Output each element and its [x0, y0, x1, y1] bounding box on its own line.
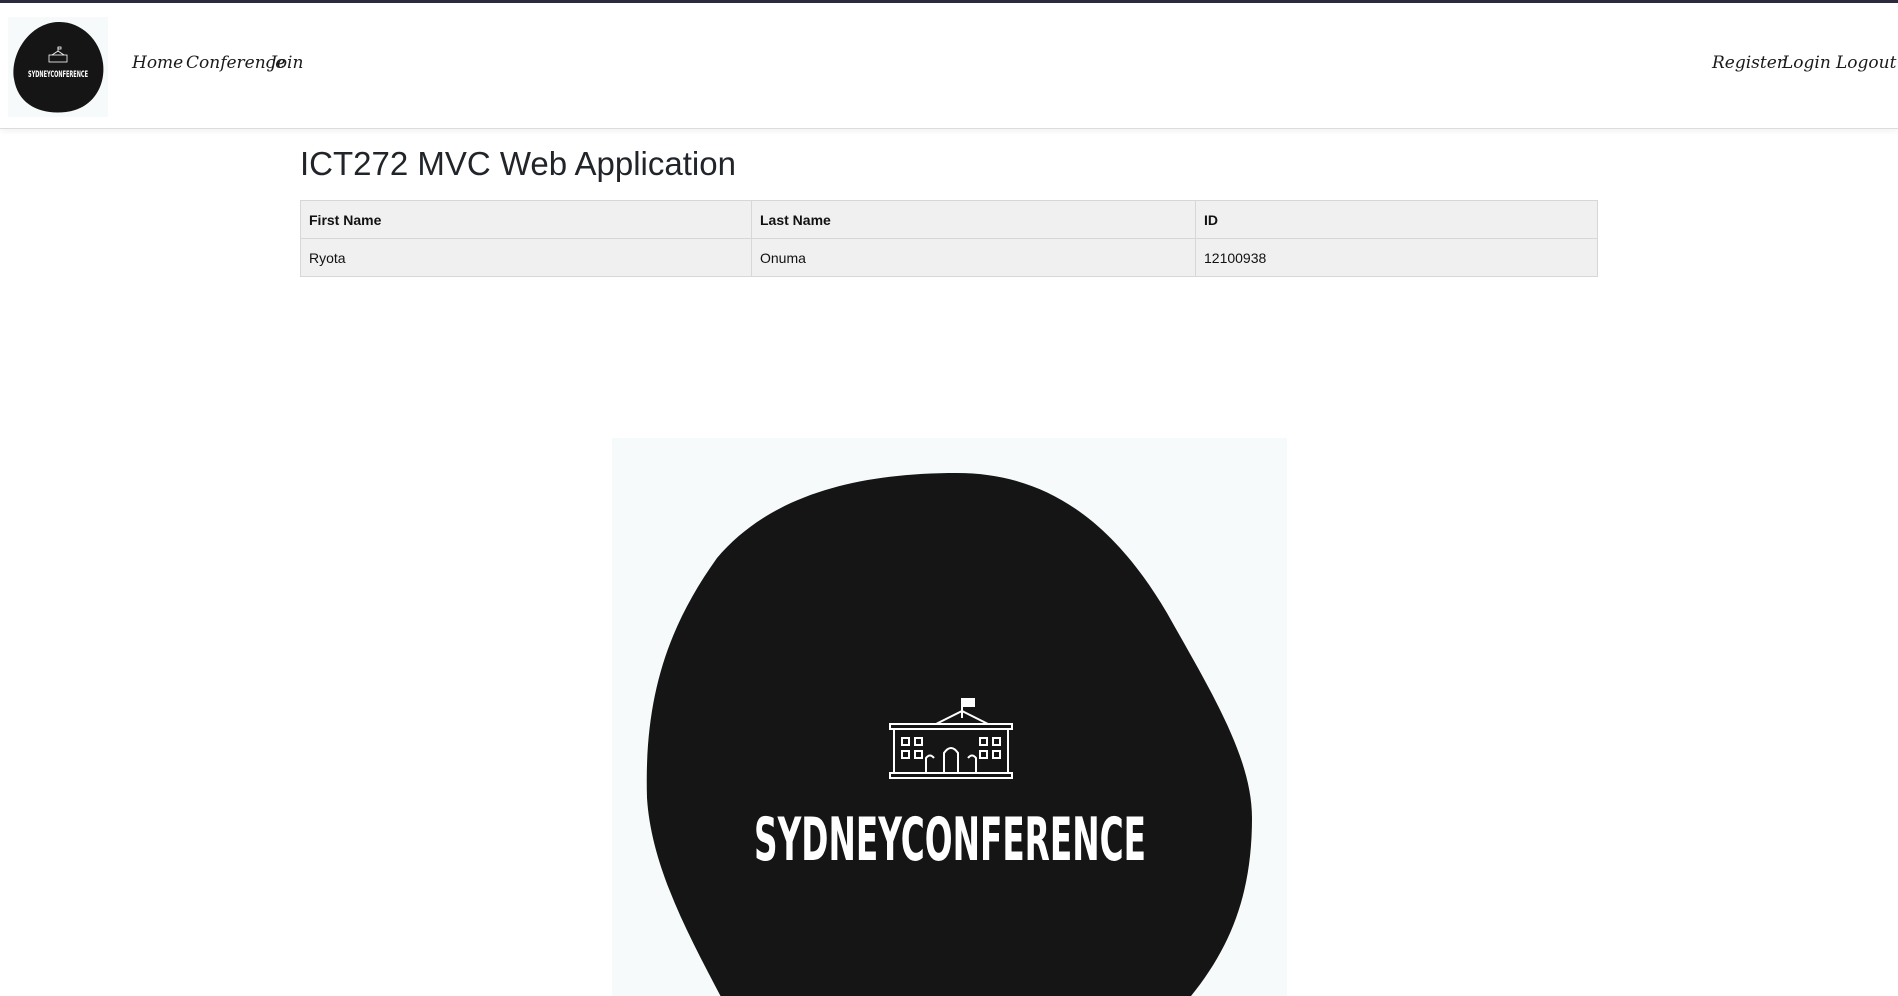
nav-home-link[interactable]: Home — [132, 53, 183, 73]
column-header-last-name: Last Name — [751, 200, 1196, 239]
hero-logo-image: SYDNEYCONFERENCE — [612, 438, 1287, 996]
student-info-table: First Name Last Name ID Ryota Onuma 1210… — [300, 200, 1598, 277]
column-header-first-name: First Name — [300, 200, 752, 239]
navbar: SYDNEYCONFERENCE Home Conference Join Re… — [0, 3, 1898, 129]
table-row: Ryota Onuma 12100938 — [300, 238, 1598, 277]
nav-logout-link[interactable]: Logout — [1836, 53, 1896, 73]
logo-blob — [646, 473, 1252, 996]
hero-logo-text: SYDNEYCONFERENCE — [754, 805, 1146, 875]
nav-login-link[interactable]: Login — [1782, 53, 1831, 73]
nav-join-link[interactable]: Join — [270, 53, 303, 73]
page-title: ICT272 MVC Web Application — [300, 145, 736, 182]
column-header-id: ID — [1195, 200, 1598, 239]
cell-first-name: Ryota — [300, 238, 752, 277]
brand-logo-text: SYDNEYCONFERENCE — [28, 70, 88, 80]
brand-logo: SYDNEYCONFERENCE — [13, 21, 104, 113]
cell-last-name: Onuma — [751, 238, 1196, 277]
cell-id: 12100938 — [1195, 238, 1598, 277]
brand-logo-link[interactable]: SYDNEYCONFERENCE — [8, 17, 108, 117]
nav-register-link[interactable]: Register — [1712, 53, 1785, 73]
table-header-row: First Name Last Name ID — [300, 200, 1598, 239]
